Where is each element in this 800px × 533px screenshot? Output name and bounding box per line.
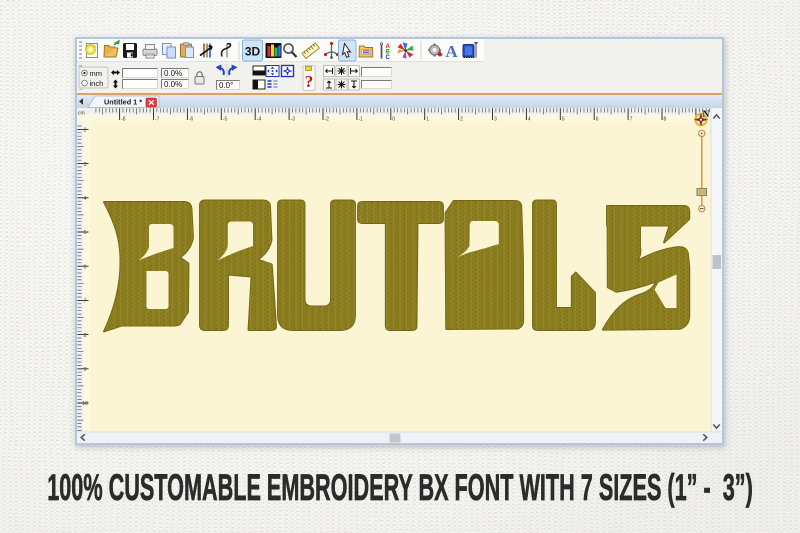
svg-text:-8: -8	[121, 116, 126, 122]
svg-text:-7: -7	[155, 116, 160, 122]
svg-text:0: 0	[392, 116, 395, 122]
svg-text:Untitled 1 *: Untitled 1 *	[104, 98, 142, 107]
svg-text:9: 9	[84, 367, 87, 373]
svg-text:7: 7	[630, 116, 633, 122]
svg-text:7: 7	[84, 299, 87, 305]
svg-text:-2: -2	[325, 116, 330, 122]
svg-text:5: 5	[562, 116, 565, 122]
svg-text:N: N	[703, 110, 710, 120]
svg-text:6: 6	[596, 116, 599, 122]
svg-text:cm: cm	[78, 111, 85, 117]
svg-text:3: 3	[494, 116, 497, 122]
svg-text:6: 6	[84, 264, 87, 270]
svg-text:4: 4	[528, 116, 531, 122]
svg-text:2: 2	[84, 128, 87, 134]
svg-text:-1: -1	[358, 116, 363, 122]
svg-text:2: 2	[460, 116, 463, 122]
svg-text:-3: -3	[291, 116, 296, 122]
svg-text:10: 10	[82, 401, 88, 407]
svg-text:3: 3	[84, 162, 87, 168]
svg-text:-5: -5	[223, 116, 228, 122]
svg-text:1: 1	[426, 116, 429, 122]
svg-text:5: 5	[84, 230, 87, 236]
svg-text:4: 4	[84, 196, 87, 202]
svg-text:-4: -4	[257, 116, 262, 122]
svg-text:8: 8	[664, 116, 667, 122]
svg-text:8: 8	[84, 333, 87, 339]
svg-text:-6: -6	[189, 116, 194, 122]
